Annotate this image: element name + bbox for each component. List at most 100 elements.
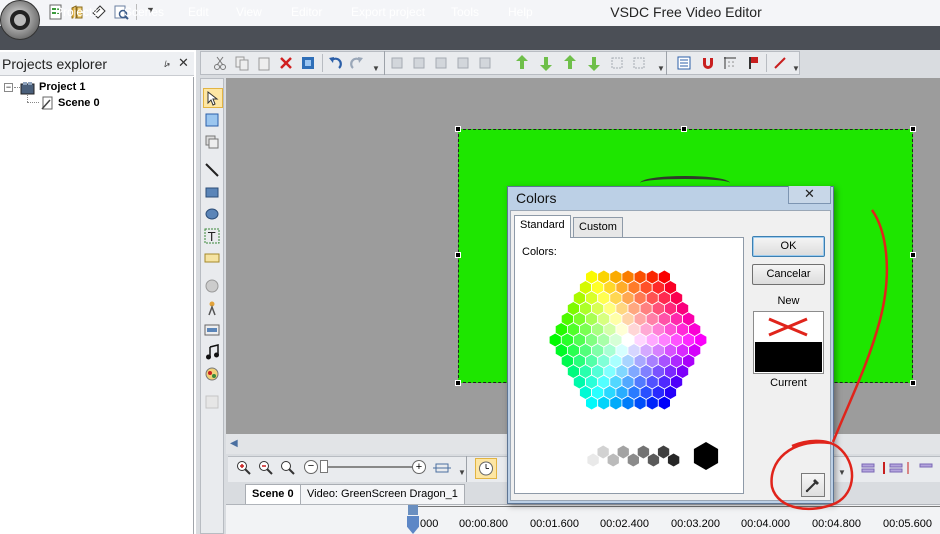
zoom-slider-track[interactable]	[320, 466, 412, 468]
pin-icon[interactable]: ⭟	[164, 56, 170, 70]
resize-handle[interactable]	[455, 252, 461, 258]
close-panel-icon[interactable]: ✕	[178, 55, 189, 71]
toolbar-overflow-icon[interactable]: ▼	[372, 64, 380, 73]
tree-connector	[27, 95, 28, 102]
menu-editor[interactable]: Editor	[291, 5, 322, 19]
crop-icon[interactable]	[300, 55, 316, 71]
tree-collapse-icon[interactable]: −	[4, 83, 13, 92]
marker-icon[interactable]	[746, 55, 762, 71]
eyedropper-icon	[805, 479, 819, 493]
dialog-close-button[interactable]: ✕	[788, 186, 831, 204]
toolbar-overflow-icon[interactable]: ▼	[838, 468, 846, 477]
line-tool-icon[interactable]	[204, 162, 220, 178]
tree-item-scene[interactable]: Scene 0	[58, 97, 100, 109]
scroll-left-icon[interactable]: ◀	[230, 438, 238, 449]
ruler-tick-label: 00:00.800	[459, 518, 508, 530]
cut-icon[interactable]	[212, 55, 228, 71]
fit-timeline-icon[interactable]	[432, 460, 452, 476]
zoom-slider-thumb[interactable]	[320, 460, 328, 473]
tab-standard[interactable]: Standard	[514, 215, 571, 238]
timeline-align-icons[interactable]	[860, 460, 940, 476]
resize-handle[interactable]	[455, 126, 461, 132]
resize-handle[interactable]	[681, 126, 687, 132]
text-tool-icon[interactable]: T	[204, 228, 220, 244]
svg-text:T: T	[207, 230, 216, 244]
toolbar-overflow-icon[interactable]: ▼	[657, 64, 665, 73]
zoom-100-icon[interactable]	[280, 460, 296, 476]
ruler-tick-label: 00:05.600	[883, 518, 932, 530]
menu-scenes[interactable]: Scenes	[124, 5, 164, 19]
playhead-marker[interactable]	[408, 505, 418, 515]
clock-icon[interactable]	[475, 458, 497, 479]
tab-custom[interactable]: Custom	[573, 217, 623, 237]
ruler-tick-label: 00:03.200	[671, 518, 720, 530]
cancel-button[interactable]: Cancelar	[752, 264, 825, 285]
window-title: VSDC Free Video Editor	[610, 4, 762, 20]
disabled-tool-icon	[204, 394, 220, 410]
current-color-swatch	[755, 342, 822, 372]
rectangle-tool-icon[interactable]	[204, 184, 220, 200]
ruler-tick-label: 000	[420, 518, 439, 530]
menu-tools[interactable]: Tools	[451, 5, 479, 19]
color-swatch[interactable]	[694, 332, 708, 348]
new-color-label: New	[777, 295, 800, 307]
effects-icon[interactable]	[204, 366, 220, 382]
menu-projects[interactable]: Projects	[55, 5, 98, 19]
align-toolbar	[388, 55, 658, 71]
toolbar-separator	[322, 54, 323, 72]
pointer-icon[interactable]	[204, 90, 220, 106]
colors-label: Colors:	[522, 246, 557, 258]
grid-icon[interactable]	[722, 55, 738, 71]
zoom-plus-icon[interactable]: +	[412, 460, 426, 474]
colors-dialog-title: Colors	[516, 190, 557, 206]
layers-icon[interactable]	[204, 134, 220, 150]
resize-handle[interactable]	[910, 252, 916, 258]
ruler-tick-label: 00:04.800	[812, 518, 861, 530]
menu-help[interactable]: Help	[508, 5, 533, 19]
menu-view[interactable]: View	[236, 5, 262, 19]
menu-export-project[interactable]: Export project	[351, 5, 425, 19]
subtitle-tool-icon[interactable]	[204, 250, 220, 266]
ok-button[interactable]: OK	[752, 236, 825, 257]
scene-icon	[40, 96, 54, 110]
ellipse-tool-icon[interactable]	[204, 206, 220, 222]
delete-icon[interactable]	[278, 55, 294, 71]
zoom-out-icon[interactable]	[258, 460, 274, 476]
resize-handle[interactable]	[910, 380, 916, 386]
sprite-tool-icon[interactable]	[204, 112, 220, 128]
app-logo-icon[interactable]	[0, 0, 40, 40]
projects-explorer-title: Projects explorer	[2, 56, 108, 72]
video-icon[interactable]	[204, 322, 220, 338]
copy-icon[interactable]	[234, 55, 250, 71]
gray-swatch[interactable]	[667, 452, 681, 468]
redo-icon[interactable]	[349, 55, 365, 71]
audio-icon[interactable]	[204, 344, 220, 360]
eyedropper-button[interactable]	[801, 473, 825, 497]
color-hexagon-palette[interactable]	[530, 262, 740, 487]
magnet-icon[interactable]	[700, 55, 716, 71]
black-swatch[interactable]	[693, 442, 719, 470]
zoom-minus-icon[interactable]: −	[304, 460, 318, 474]
animation-icon[interactable]	[204, 300, 220, 316]
project-icon	[20, 81, 36, 95]
undo-icon[interactable]	[327, 55, 343, 71]
resize-handle[interactable]	[910, 126, 916, 132]
menu-edit[interactable]: Edit	[188, 5, 209, 19]
toolbar-separator	[466, 456, 467, 482]
remove-effects-icon[interactable]	[772, 55, 788, 71]
tab-video-greenscreen-dragon[interactable]: Video: GreenScreen Dragon_1	[300, 484, 465, 504]
menu-bar	[0, 26, 940, 50]
new-color-swatch	[755, 313, 822, 341]
toolbar-separator	[666, 51, 667, 75]
toolbar-separator	[384, 51, 385, 75]
toolbar-overflow-icon[interactable]: ▼	[458, 468, 466, 477]
zoom-in-icon[interactable]	[236, 460, 252, 476]
free-shape-icon[interactable]	[204, 278, 220, 294]
resize-handle[interactable]	[455, 380, 461, 386]
properties-icon[interactable]	[676, 55, 692, 71]
paste-icon[interactable]	[256, 55, 272, 71]
toolbar-overflow-icon[interactable]: ▼	[792, 64, 800, 73]
tab-scene-0[interactable]: Scene 0	[245, 484, 301, 504]
tree-item-project[interactable]: Project 1	[39, 81, 85, 93]
projects-tree	[0, 77, 194, 534]
